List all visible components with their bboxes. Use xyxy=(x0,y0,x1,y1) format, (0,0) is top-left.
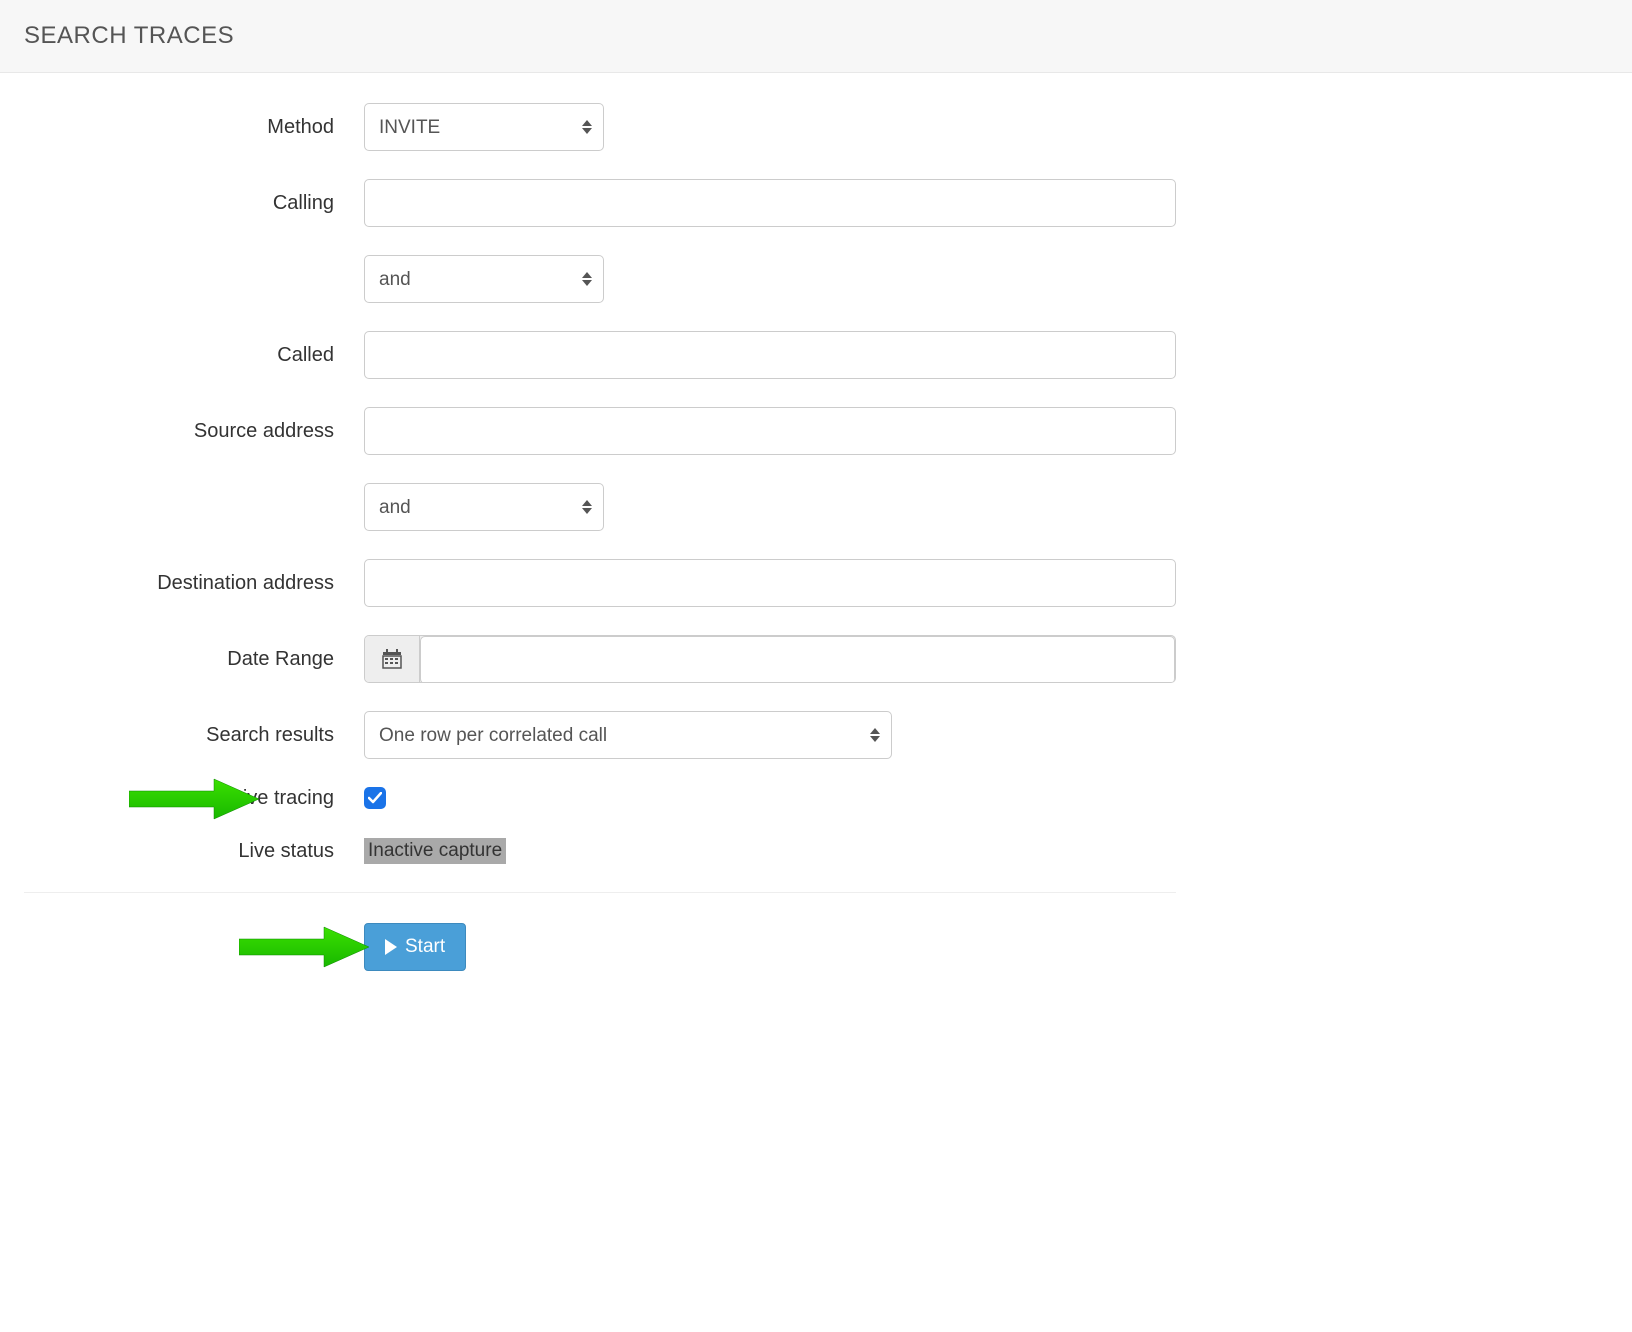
date-range-group[interactable] xyxy=(364,635,1176,683)
row-live-tracing: Live tracing xyxy=(24,787,1176,810)
row-live-status: Live status Inactive capture xyxy=(24,838,1176,864)
row-destination-address: Destination address xyxy=(24,559,1176,607)
source-address-input[interactable] xyxy=(364,407,1176,455)
method-select[interactable]: INVITE xyxy=(364,103,604,151)
row-search-results: Search results One row per correlated ca… xyxy=(24,711,1176,759)
start-button[interactable]: Start xyxy=(364,923,466,971)
play-icon xyxy=(385,939,397,955)
divider xyxy=(24,892,1176,893)
row-actions: Start xyxy=(24,923,1176,971)
page-header: SEARCH TRACES xyxy=(0,0,1632,73)
destination-address-input[interactable] xyxy=(364,559,1176,607)
calling-input[interactable] xyxy=(364,179,1176,227)
row-calling: Calling xyxy=(24,179,1176,227)
start-button-label: Start xyxy=(405,936,445,958)
label-destination-address: Destination address xyxy=(24,572,364,595)
logic1-select[interactable]: and xyxy=(364,255,604,303)
page-title: SEARCH TRACES xyxy=(24,22,1608,50)
calendar-icon xyxy=(365,636,420,682)
label-method: Method xyxy=(24,116,364,139)
label-live-tracing: Live tracing xyxy=(24,787,364,810)
label-live-status: Live status xyxy=(24,840,364,863)
live-status-badge: Inactive capture xyxy=(364,838,506,864)
row-date-range: Date Range xyxy=(24,635,1176,683)
label-called: Called xyxy=(24,344,364,367)
row-logic1: and xyxy=(24,255,1176,303)
label-search-results: Search results xyxy=(24,724,364,747)
row-source-address: Source address xyxy=(24,407,1176,455)
label-source-address: Source address xyxy=(24,420,364,443)
called-input[interactable] xyxy=(364,331,1176,379)
live-tracing-checkbox[interactable] xyxy=(364,787,386,809)
date-range-input[interactable] xyxy=(420,636,1175,683)
row-called: Called xyxy=(24,331,1176,379)
search-form: Method INVITE Calling and xyxy=(0,73,1200,1029)
annotation-arrow-icon xyxy=(239,925,369,969)
label-calling: Calling xyxy=(24,192,364,215)
search-results-select[interactable]: One row per correlated call xyxy=(364,711,892,759)
label-date-range: Date Range xyxy=(24,648,364,671)
logic2-select[interactable]: and xyxy=(364,483,604,531)
row-method: Method INVITE xyxy=(24,103,1176,151)
row-logic2: and xyxy=(24,483,1176,531)
